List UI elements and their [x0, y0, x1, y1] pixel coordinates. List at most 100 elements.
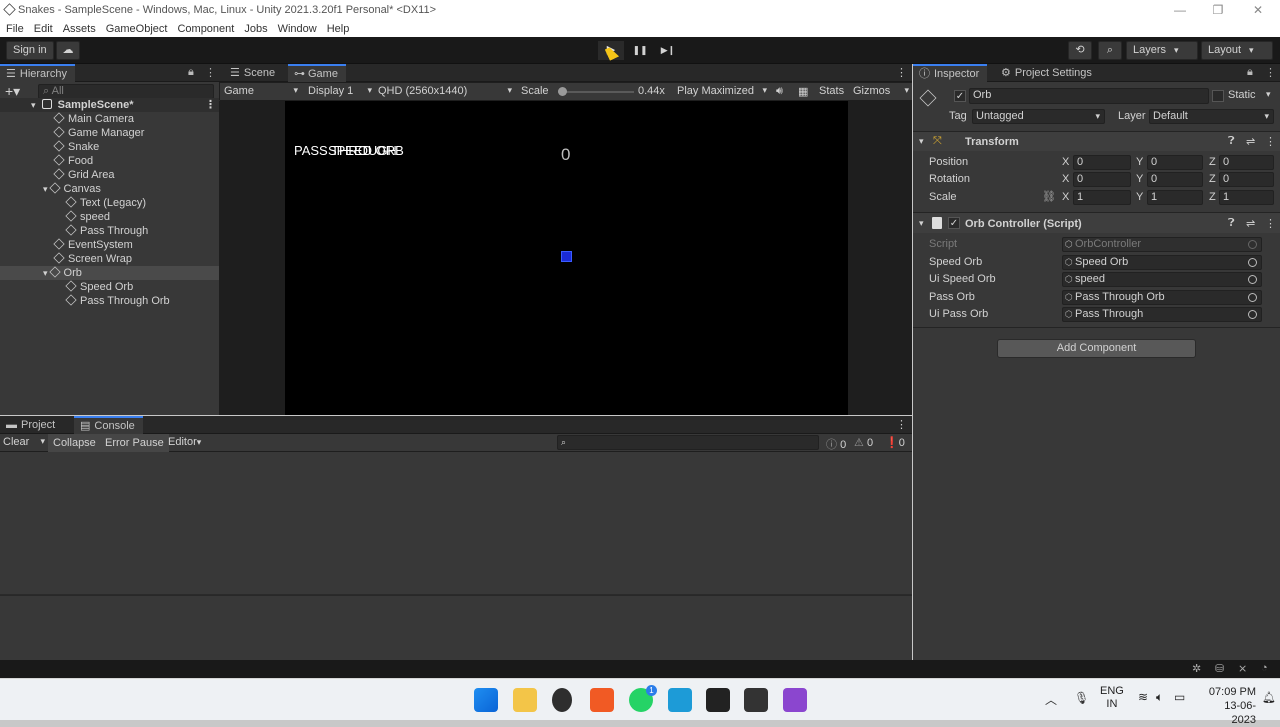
presets-icon[interactable]: ⇌: [1246, 217, 1255, 230]
hierarchy-item[interactable]: ▾ Canvas: [0, 182, 219, 196]
menu-edit[interactable]: Edit: [34, 23, 53, 35]
collapse-button[interactable]: Collapse: [48, 434, 101, 452]
mute-audio-icon[interactable]: 🔊︎: [776, 85, 783, 98]
gizmos-button[interactable]: Gizmos ▾: [853, 85, 909, 97]
menu-file[interactable]: File: [6, 23, 24, 35]
game-mode-dropdown[interactable]: Game ▾: [224, 85, 298, 97]
cloud-icon[interactable]: ☁: [56, 41, 80, 60]
cache-server-icon[interactable]: ⛁: [1215, 662, 1224, 675]
play-mode-dropdown[interactable]: Play Maximized ▾: [677, 85, 767, 97]
tab-project[interactable]: ▬ Project: [0, 416, 63, 434]
hierarchy-item[interactable]: Speed Orb: [0, 280, 219, 294]
constrain-proportions-icon[interactable]: ⛓: [1042, 190, 1056, 203]
microphone-icon[interactable]: 🎙︎: [1074, 691, 1089, 705]
tab-scene[interactable]: ☰ Scene: [224, 64, 283, 82]
object-picker-icon[interactable]: [1248, 310, 1257, 319]
volume-icon[interactable]: 🔈︎: [1156, 690, 1163, 705]
orb-controller-header[interactable]: ▾ ✓ Orb Controller (Script) ❓︎ ⇌ ⋮: [913, 212, 1280, 233]
scale-slider-track[interactable]: [558, 91, 634, 93]
layout-dropdown[interactable]: Layout: [1201, 41, 1273, 60]
hierarchy-item[interactable]: Pass Through Orb: [0, 294, 219, 308]
display-dropdown[interactable]: Display 1 ▾: [308, 85, 372, 97]
rotation-z-field[interactable]: 0: [1219, 172, 1274, 187]
more-options-icon[interactable]: ⋮: [205, 66, 216, 79]
hierarchy-item[interactable]: Snake: [0, 140, 219, 154]
position-y-field[interactable]: 0: [1147, 155, 1203, 170]
wifi-icon[interactable]: ≋: [1138, 690, 1148, 704]
lock-icon[interactable]: 🔒︎: [188, 66, 194, 79]
expand-arrow-icon[interactable]: ▾: [31, 100, 36, 110]
game-viewport[interactable]: PASS THROUGH SPEED ORB 0: [285, 101, 848, 415]
tab-hierarchy[interactable]: ☰ Hierarchy: [0, 64, 75, 82]
speed-orb-reference-field[interactable]: Speed Orb: [1062, 255, 1262, 270]
hierarchy-item[interactable]: Text (Legacy): [0, 196, 219, 210]
pass-orb-reference-field[interactable]: Pass Through Orb: [1062, 290, 1262, 305]
clear-button[interactable]: Clear ▾: [3, 436, 47, 448]
ui-speed-orb-reference-field[interactable]: speed: [1062, 272, 1262, 287]
hierarchy-item[interactable]: Main Camera: [0, 112, 219, 126]
transform-header[interactable]: ▾ ⤧ Transform ❓︎ ⇌ ⋮: [913, 131, 1280, 151]
tab-game[interactable]: ⊶ Game: [288, 64, 346, 82]
hierarchy-item[interactable]: Screen Wrap: [0, 252, 219, 266]
layer-dropdown[interactable]: Default ▾: [1149, 109, 1274, 124]
rotation-y-field[interactable]: 0: [1147, 172, 1203, 187]
menu-component[interactable]: Component: [177, 23, 234, 35]
position-z-field[interactable]: 0: [1219, 155, 1274, 170]
hierarchy-item[interactable]: EventSystem: [0, 238, 219, 252]
object-name-field[interactable]: Orb: [969, 88, 1209, 104]
notification-icon[interactable]: 🔔︎: [1262, 691, 1276, 704]
object-picker-icon[interactable]: [1248, 258, 1257, 267]
more-options-icon[interactable]: ⋮: [1265, 135, 1276, 148]
add-object-button[interactable]: +▾: [5, 83, 20, 99]
hierarchy-item[interactable]: speed: [0, 210, 219, 224]
scale-y-field[interactable]: 1: [1147, 190, 1203, 205]
hierarchy-search-input[interactable]: ⌕ All: [38, 84, 214, 99]
scale-slider-thumb[interactable]: [557, 87, 567, 96]
active-checkbox[interactable]: ✓: [954, 90, 966, 102]
foldout-arrow-icon[interactable]: ▾: [919, 136, 924, 147]
more-options-icon[interactable]: ⋮: [1265, 66, 1276, 79]
presets-icon[interactable]: ⇌: [1246, 135, 1255, 148]
tab-console[interactable]: ▤ Console: [74, 416, 143, 434]
hierarchy-item[interactable]: Pass Through: [0, 224, 219, 238]
search-icon[interactable]: ⌕: [1098, 41, 1122, 60]
error-pause-button[interactable]: Error Pause: [100, 434, 169, 452]
warning-count-toggle[interactable]: ⚠ 0: [854, 436, 873, 449]
minimize-button[interactable]: —: [1162, 0, 1198, 20]
layers-dropdown[interactable]: Layers: [1126, 41, 1198, 60]
static-checkbox[interactable]: [1212, 90, 1224, 102]
unity-editor-icon[interactable]: [744, 688, 768, 712]
editor-dropdown[interactable]: Editor▾: [168, 436, 201, 448]
rotation-x-field[interactable]: 0: [1073, 172, 1131, 187]
file-explorer-icon[interactable]: [513, 688, 537, 712]
more-options-icon[interactable]: ⋮: [896, 66, 907, 79]
history-icon[interactable]: ⟲: [1068, 41, 1092, 60]
hierarchy-item[interactable]: Game Manager: [0, 126, 219, 140]
grid-icon[interactable]: ▦: [798, 85, 808, 98]
static-dropdown-icon[interactable]: ▾: [1266, 89, 1271, 100]
info-count-toggle[interactable]: ⓘ 0: [826, 436, 846, 452]
help-icon[interactable]: ❓︎: [1228, 217, 1235, 230]
foldout-arrow-icon[interactable]: ▾: [919, 218, 924, 229]
tab-project-settings[interactable]: ⚙ Project Settings: [995, 64, 1100, 82]
progress-icon[interactable]: ◔: [1261, 662, 1268, 674]
object-picker-icon[interactable]: [1248, 293, 1257, 302]
more-options-icon[interactable]: ⋮: [896, 418, 907, 431]
unity-hub-icon[interactable]: [706, 688, 730, 712]
tag-dropdown[interactable]: Untagged ▾: [972, 109, 1105, 124]
console-detail-area[interactable]: [0, 596, 912, 660]
console-log-area[interactable]: [0, 452, 912, 595]
windows-start-icon[interactable]: [474, 688, 498, 712]
close-button[interactable]: ✕: [1240, 0, 1276, 20]
app-dark-icon[interactable]: [552, 688, 572, 712]
menu-assets[interactable]: Assets: [63, 23, 96, 35]
menu-window[interactable]: Window: [278, 23, 317, 35]
scale-x-field[interactable]: 1: [1073, 190, 1131, 205]
lock-icon[interactable]: 🔒︎: [1247, 66, 1253, 79]
brave-browser-icon[interactable]: [590, 688, 614, 712]
tab-inspector[interactable]: ⓘ Inspector: [913, 64, 988, 82]
menu-gameobject[interactable]: GameObject: [106, 23, 168, 35]
console-search-input[interactable]: ⌕: [557, 435, 819, 450]
network-icon[interactable]: ⨯: [1238, 662, 1247, 675]
component-enabled-checkbox[interactable]: ✓: [948, 217, 960, 229]
